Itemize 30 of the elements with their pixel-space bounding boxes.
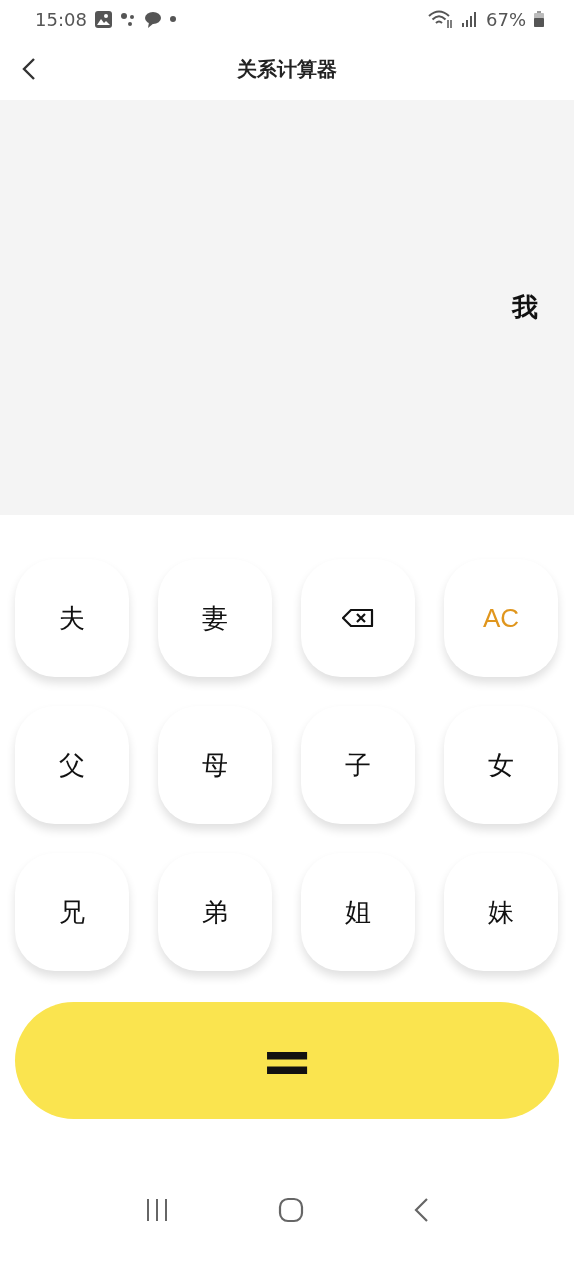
relation-key[interactable]: 女 (444, 706, 558, 824)
recent-apps-button[interactable] (144, 1198, 169, 1222)
status-time: 15:08 (35, 8, 87, 30)
image-icon (94, 10, 112, 28)
wifi-icon (428, 10, 454, 28)
recent-apps-icon (144, 1198, 169, 1222)
relation-key[interactable]: 兄 (15, 853, 129, 971)
relation-key[interactable]: 母 (158, 706, 272, 824)
relation-key[interactable]: 妹 (444, 853, 558, 971)
page-title: 关系计算器 (237, 55, 337, 83)
chevron-left-icon (22, 57, 36, 81)
signal-icon (462, 11, 478, 27)
home-icon (278, 1197, 304, 1223)
relation-key[interactable]: 夫 (15, 559, 129, 677)
dot-icon (169, 16, 176, 22)
back-nav-button[interactable] (413, 1197, 430, 1223)
battery-icon (534, 11, 544, 27)
relation-key[interactable]: 妻 (158, 559, 272, 677)
relation-key[interactable]: 父 (15, 706, 129, 824)
backspace-icon (342, 609, 374, 627)
dots-icon (119, 11, 136, 27)
chat-icon (143, 10, 162, 28)
relation-key[interactable]: 子 (301, 706, 415, 824)
back-icon (413, 1197, 430, 1223)
relation-key[interactable]: 姐 (301, 853, 415, 971)
equals-button[interactable]: = (15, 1002, 559, 1119)
expression-text: 我 (512, 291, 538, 324)
battery-percent: 67% (486, 8, 526, 30)
home-button[interactable] (278, 1197, 304, 1223)
relation-key[interactable]: 弟 (158, 853, 272, 971)
